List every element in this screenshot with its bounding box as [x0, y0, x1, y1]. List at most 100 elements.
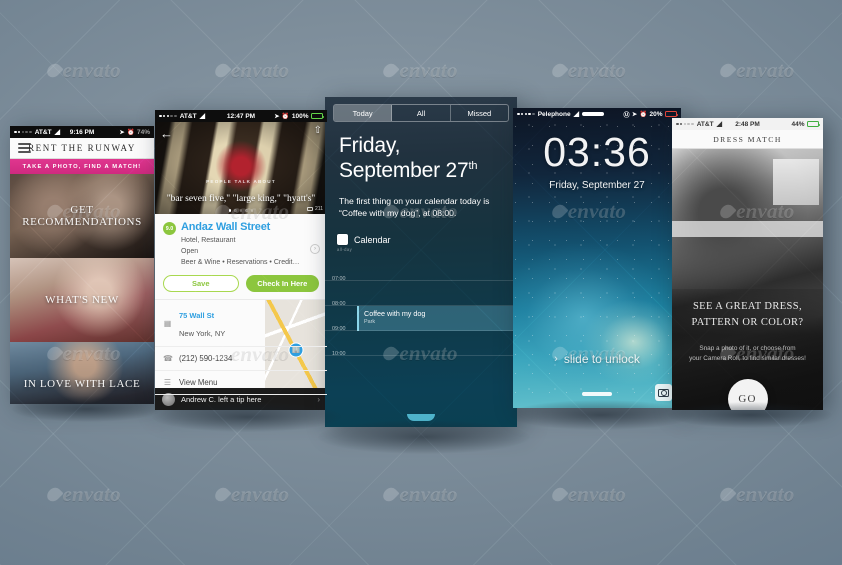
- control-center-grabber[interactable]: [582, 392, 612, 396]
- phone-shadow: [152, 402, 342, 432]
- timeline-time: 10:00: [332, 351, 346, 358]
- tab-missed[interactable]: Missed: [451, 105, 508, 121]
- battery-percent: 74%: [136, 128, 150, 136]
- signal-dots-icon: [517, 112, 535, 116]
- today-summary: The first thing on your calendar today i…: [339, 195, 490, 219]
- timeline-row: 07:00: [325, 276, 517, 305]
- info-row-address[interactable]: ▦ 75 Wall St New York, NY: [155, 300, 327, 348]
- phone-screen-lock-screen: Pelephone ◢ Ⓤ ➤ ⏰ 20% 03:36 Friday, Sept…: [513, 108, 681, 408]
- location-arrow-icon: ➤: [631, 111, 637, 118]
- venue-score-badge: 9.0: [163, 222, 176, 235]
- alarm-icon: ⏰: [127, 129, 135, 136]
- date-line-1: Friday,: [339, 134, 401, 157]
- venue-header: 9.0 Andaz Wall Street: [155, 214, 327, 235]
- share-icon[interactable]: ⇧: [314, 126, 322, 136]
- photo-count: 211: [307, 206, 323, 212]
- battery-percent: 44%: [791, 120, 805, 128]
- battery-percent: 100%: [291, 112, 309, 120]
- phone-screen-rent-the-runway: AT&T ◢ 9:16 PM ➤ ⏰ 74% RENT THE RUNWAY T…: [10, 126, 154, 404]
- alarm-icon: ⏰: [639, 111, 647, 118]
- status-right: Ⓤ ➤ ⏰ 20%: [623, 110, 679, 119]
- headline: SEE A GREAT DRESS, PATTERN OR COLOR?: [672, 299, 823, 331]
- chevron-right-icon: ›: [317, 394, 320, 404]
- all-day-label: all-day: [337, 247, 353, 253]
- notification-center-header: Today All Missed: [325, 97, 517, 126]
- calendar-icon: [337, 234, 348, 246]
- calendar-event[interactable]: Coffee with my dog Park: [357, 306, 517, 332]
- back-arrow-icon[interactable]: ←: [160, 127, 173, 140]
- menu-icon: ☰: [163, 378, 172, 388]
- venue-hero-photo[interactable]: ← ⇧ PEOPLE TALK ABOUT "bar seven five," …: [155, 122, 327, 214]
- segmented-control[interactable]: Today All Missed: [333, 104, 509, 122]
- tile-whats-new[interactable]: WHAT'S NEW: [10, 258, 154, 342]
- status-bar: Pelephone ◢ Ⓤ ➤ ⏰ 20%: [513, 108, 681, 120]
- screen-content: AT&T ◢ 2:48 PM 44% DRESS MATCH SEE A GRE…: [672, 118, 823, 410]
- phone-shadow: [12, 396, 162, 422]
- devices-stage: AT&T ◢ 9:16 PM ➤ ⏰ 74% RENT THE RUNWAY T…: [0, 0, 842, 565]
- phone-screen-foursquare-venue: AT&T ◢ 12:47 PM ➤ ⏰ 100% ← ⇧ PEOPLE TALK…: [155, 110, 327, 410]
- battery-icon: [807, 121, 821, 127]
- address-line1: 75 Wall St: [179, 311, 215, 321]
- calendar-section-header: Calendar: [325, 220, 517, 246]
- save-button[interactable]: Save: [163, 275, 239, 293]
- status-right: ➤ ⏰ 74%: [119, 129, 150, 136]
- calendar-timeline: 07:00 08:00 Coffee with my dog Park 09:0…: [325, 255, 517, 380]
- timeline-row: 10:00: [325, 351, 517, 380]
- slide-to-unlock[interactable]: › slide to unlock: [513, 352, 681, 366]
- check-in-button[interactable]: Check In Here: [245, 275, 319, 293]
- photo-counter-surface: [672, 221, 823, 237]
- rotation-lock-icon: Ⓤ: [623, 112, 630, 119]
- phone-screen-dress-match: AT&T ◢ 2:48 PM 44% DRESS MATCH SEE A GRE…: [672, 118, 823, 410]
- screen-content: Today All Missed Friday, September 27th …: [325, 97, 517, 427]
- page-title: RENT THE RUNWAY: [28, 143, 136, 153]
- lock-screen-date: Friday, September 27: [549, 180, 645, 191]
- timeline-row: 09:00: [325, 326, 517, 355]
- phone-screen-notification-center: Today All Missed Friday, September 27th …: [325, 97, 517, 427]
- status-right: 44%: [791, 120, 821, 128]
- chevron-right-icon[interactable]: ›: [310, 244, 320, 254]
- tile-caption: GET RECOMMENDATIONS: [22, 204, 142, 228]
- location-arrow-icon: ➤: [274, 113, 280, 120]
- page-title: DRESS MATCH: [713, 134, 782, 144]
- timeline-row: 08:00 Coffee with my dog Park: [325, 301, 517, 332]
- view-menu-label: View Menu: [179, 378, 218, 388]
- chevron-right-icon: ›: [554, 353, 558, 365]
- venue-card: 9.0 Andaz Wall Street › Hotel, Restauran…: [155, 214, 327, 396]
- phone-number: (212) 590-1234: [179, 354, 233, 364]
- venue-status: Open: [181, 248, 199, 256]
- phone-shadow: [318, 420, 530, 454]
- address-icon: ▦: [163, 318, 172, 328]
- camera-icon: [307, 206, 314, 212]
- venue-actions: Save Check In Here: [155, 268, 327, 299]
- status-bar: AT&T ◢ 2:48 PM 44%: [672, 118, 823, 130]
- promo-banner[interactable]: TAKE A PHOTO, FIND A MATCH!: [10, 159, 154, 174]
- carrier-label: Pelephone: [537, 110, 571, 118]
- tile-get-recommendations[interactable]: GET RECOMMENDATIONS: [10, 174, 154, 258]
- info-row-menu[interactable]: ☰ View Menu: [155, 371, 327, 396]
- camera-shortcut-icon[interactable]: [655, 384, 672, 401]
- photo-pager-dots[interactable]: [155, 208, 327, 212]
- venue-amenities: Beer & Wine • Reservations • Credit…: [181, 259, 300, 267]
- subtext-line-2: your Camera Roll, to find similar dresse…: [689, 354, 806, 362]
- subtext-line-1: Snap a photo of it, or choose from: [699, 345, 796, 352]
- people-talk-about-label: PEOPLE TALK ABOUT: [206, 179, 276, 184]
- phone-shadow: [508, 400, 694, 430]
- headline-line-1: SEE A GREAT DRESS,: [692, 301, 803, 312]
- venue-name: Andaz Wall Street: [181, 221, 271, 233]
- status-bar: AT&T ◢ 9:16 PM ➤ ⏰ 74%: [10, 126, 154, 138]
- alarm-icon: ⏰: [281, 113, 290, 120]
- tile-in-love-with-lace[interactable]: IN LOVE WITH LACE: [10, 342, 154, 404]
- tab-today[interactable]: Today: [334, 105, 393, 121]
- app-navbar: RENT THE RUNWAY: [10, 138, 154, 159]
- screen-content: Pelephone ◢ Ⓤ ➤ ⏰ 20% 03:36 Friday, Sept…: [513, 108, 681, 408]
- phone-icon: ☎: [163, 354, 173, 364]
- event-location: Park: [364, 319, 376, 326]
- timeline-time: 07:00: [332, 276, 346, 283]
- tab-all[interactable]: All: [392, 105, 451, 121]
- info-row-phone[interactable]: ☎ (212) 590-1234: [155, 347, 327, 372]
- app-navbar: DRESS MATCH: [672, 130, 823, 149]
- photo-window-highlight: [773, 159, 819, 205]
- headline-line-2: PATTERN OR COLOR?: [691, 316, 804, 328]
- date-line-2: September 27: [339, 158, 469, 182]
- battery-icon: [311, 113, 325, 119]
